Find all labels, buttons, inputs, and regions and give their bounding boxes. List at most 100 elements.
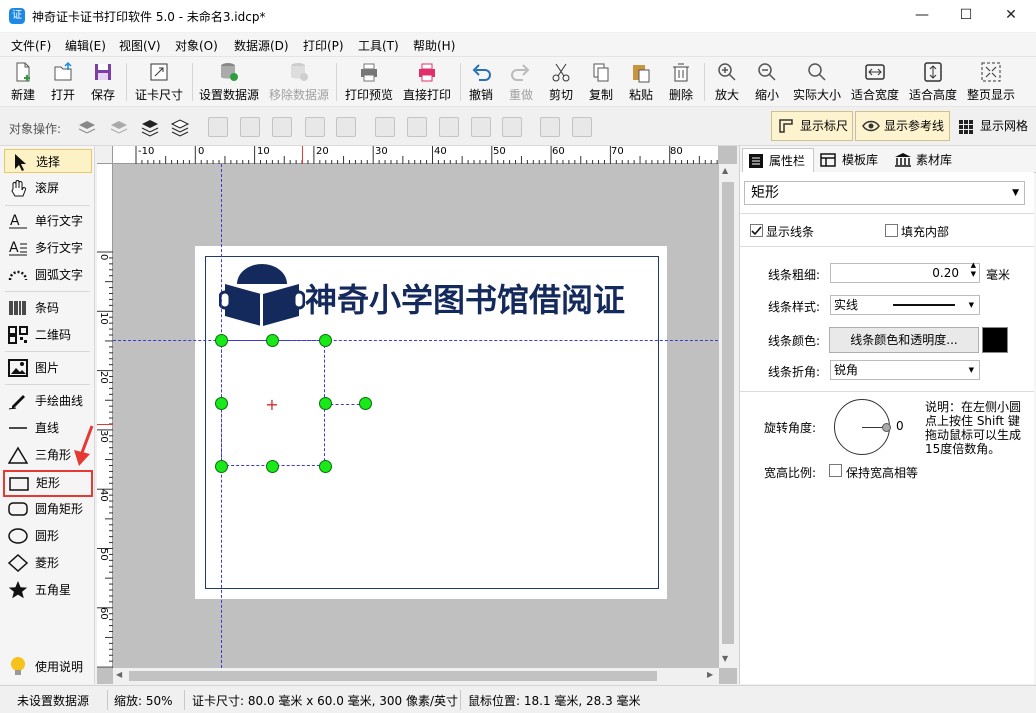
- cut-button[interactable]: 剪切: [544, 59, 578, 105]
- show-line-checkbox[interactable]: [750, 224, 763, 237]
- tool-scroll[interactable]: 滚屏: [4, 176, 92, 200]
- show-grid-toggle[interactable]: 显示网格: [951, 111, 1033, 141]
- line-color-swatch[interactable]: [982, 327, 1008, 353]
- tab-materials[interactable]: 素材库: [890, 148, 964, 172]
- fill-inside-checkbox[interactable]: [885, 224, 898, 237]
- resize-handle-s[interactable]: [266, 460, 279, 473]
- set-datasource-button[interactable]: 设置数据源: [196, 59, 262, 105]
- rotation-knob[interactable]: [882, 423, 891, 432]
- rotation-dial[interactable]: [834, 399, 891, 455]
- tab-properties[interactable]: 属性栏: [742, 148, 814, 172]
- line-color-button[interactable]: 线条颜色和透明度...: [829, 327, 979, 353]
- same-width-icon[interactable]: [336, 117, 356, 137]
- line-style-select[interactable]: 实线 ▼: [830, 295, 980, 315]
- zoom-out-button[interactable]: 缩小: [750, 59, 784, 105]
- object-type-select[interactable]: 矩形 ▼: [744, 181, 1025, 205]
- tool-image[interactable]: 图片: [4, 356, 92, 380]
- menu-datasource[interactable]: 数据源(D): [234, 37, 289, 54]
- scroll-up-arrow-icon[interactable]: ▲: [722, 166, 728, 175]
- tool-select[interactable]: 选择: [4, 149, 92, 173]
- direct-print-button[interactable]: 直接打印: [400, 59, 454, 105]
- actual-size-button[interactable]: 实际大小: [790, 59, 844, 105]
- horizontal-scrollbar[interactable]: ◀ ▶: [113, 668, 719, 684]
- group-icon[interactable]: [540, 117, 560, 137]
- align-bottom-icon[interactable]: [439, 117, 459, 137]
- open-button[interactable]: 打开: [46, 59, 80, 105]
- horizontal-guide-line[interactable]: [113, 340, 718, 341]
- zoom-in-button[interactable]: 放大: [710, 59, 744, 105]
- save-button[interactable]: 保存: [86, 59, 120, 105]
- menu-help[interactable]: 帮助(H): [413, 37, 455, 54]
- tool-rectangle[interactable]: 矩形: [3, 470, 93, 497]
- fit-width-button[interactable]: 适合宽度: [848, 59, 902, 105]
- send-backward-icon[interactable]: [109, 117, 129, 137]
- tool-multi-text[interactable]: A 多行文字: [4, 236, 92, 260]
- tool-qrcode[interactable]: 二维码: [4, 323, 92, 347]
- maximize-button[interactable]: ☐: [943, 0, 989, 32]
- align-center-icon[interactable]: [240, 117, 260, 137]
- resize-handle-ne[interactable]: [319, 334, 332, 347]
- scroll-left-arrow-icon[interactable]: ◀: [116, 670, 122, 679]
- tool-circle[interactable]: 圆形: [4, 524, 92, 548]
- paste-button[interactable]: 粘贴: [624, 59, 658, 105]
- resize-handle-nw[interactable]: [215, 334, 228, 347]
- distribute-horizontal-icon[interactable]: [305, 117, 325, 137]
- copy-button[interactable]: 复制: [584, 59, 618, 105]
- align-middle-icon[interactable]: [407, 117, 427, 137]
- menu-view[interactable]: 视图(V): [119, 37, 161, 54]
- menu-file[interactable]: 文件(F): [11, 37, 51, 54]
- align-top-icon[interactable]: [375, 117, 395, 137]
- remove-datasource-button[interactable]: 移除数据源: [266, 59, 332, 105]
- vertical-scroll-thumb[interactable]: [722, 182, 734, 644]
- scroll-down-arrow-icon[interactable]: ▼: [722, 654, 728, 663]
- tool-help[interactable]: 使用说明: [4, 655, 92, 681]
- show-guides-toggle[interactable]: 显示参考线: [855, 111, 950, 141]
- scroll-right-arrow-icon[interactable]: ▶: [707, 670, 713, 679]
- resize-handle-w[interactable]: [215, 397, 228, 410]
- vertical-scrollbar[interactable]: ▲ ▼: [719, 164, 737, 668]
- bring-forward-icon[interactable]: [77, 117, 97, 137]
- menu-object[interactable]: 对象(O): [175, 37, 218, 54]
- tool-round-rect[interactable]: 圆角矩形: [4, 497, 92, 521]
- same-height-icon[interactable]: [502, 117, 522, 137]
- tool-diamond[interactable]: 菱形: [4, 551, 92, 575]
- tool-freehand[interactable]: 手绘曲线: [4, 389, 92, 413]
- tool-star[interactable]: 五角星: [4, 578, 92, 602]
- tool-single-text[interactable]: A 单行文字: [4, 209, 92, 233]
- fit-height-button[interactable]: 适合高度: [906, 59, 960, 105]
- lightbulb-icon: [11, 657, 25, 675]
- card-size-button[interactable]: 证卡尺寸: [132, 59, 186, 105]
- menu-edit[interactable]: 编辑(E): [65, 37, 106, 54]
- new-button[interactable]: 新建: [6, 59, 40, 105]
- rotation-handle[interactable]: [359, 397, 372, 410]
- bring-to-front-icon[interactable]: [140, 117, 160, 137]
- fit-page-button[interactable]: 整页显示: [964, 59, 1018, 105]
- spin-arrows-icon[interactable]: ▲ ▼: [971, 261, 976, 279]
- menu-print[interactable]: 打印(P): [303, 37, 344, 54]
- redo-button[interactable]: 重做: [504, 59, 538, 105]
- distribute-vertical-icon[interactable]: [471, 117, 491, 137]
- minimize-button[interactable]: —: [899, 0, 945, 32]
- send-to-back-icon[interactable]: [170, 117, 190, 137]
- card-title[interactable]: 神奇小学图书馆借阅证: [305, 275, 625, 321]
- horizontal-scroll-thumb[interactable]: [129, 671, 657, 681]
- line-corner-select[interactable]: 锐角 ▼: [830, 360, 980, 380]
- show-ruler-toggle[interactable]: 显示标尺: [771, 111, 853, 141]
- menu-tools[interactable]: 工具(T): [358, 37, 399, 54]
- keep-aspect-checkbox[interactable]: [829, 464, 842, 477]
- tab-templates[interactable]: 模板库: [816, 148, 890, 172]
- resize-handle-sw[interactable]: [215, 460, 228, 473]
- resize-handle-n[interactable]: [266, 334, 279, 347]
- delete-button[interactable]: 删除: [664, 59, 698, 105]
- resize-handle-se[interactable]: [319, 460, 332, 473]
- tool-arc-text[interactable]: 圆弧文字: [4, 263, 92, 287]
- print-preview-button[interactable]: 打印预览: [342, 59, 396, 105]
- tool-barcode[interactable]: 条码: [4, 296, 92, 320]
- align-right-icon[interactable]: [272, 117, 292, 137]
- resize-handle-e[interactable]: [319, 397, 332, 410]
- ungroup-icon[interactable]: [572, 117, 592, 137]
- line-width-input[interactable]: 0.20 ▲ ▼: [830, 261, 980, 283]
- align-left-icon[interactable]: [208, 117, 228, 137]
- close-button[interactable]: ✕: [988, 0, 1034, 32]
- undo-button[interactable]: 撤销: [464, 59, 498, 105]
